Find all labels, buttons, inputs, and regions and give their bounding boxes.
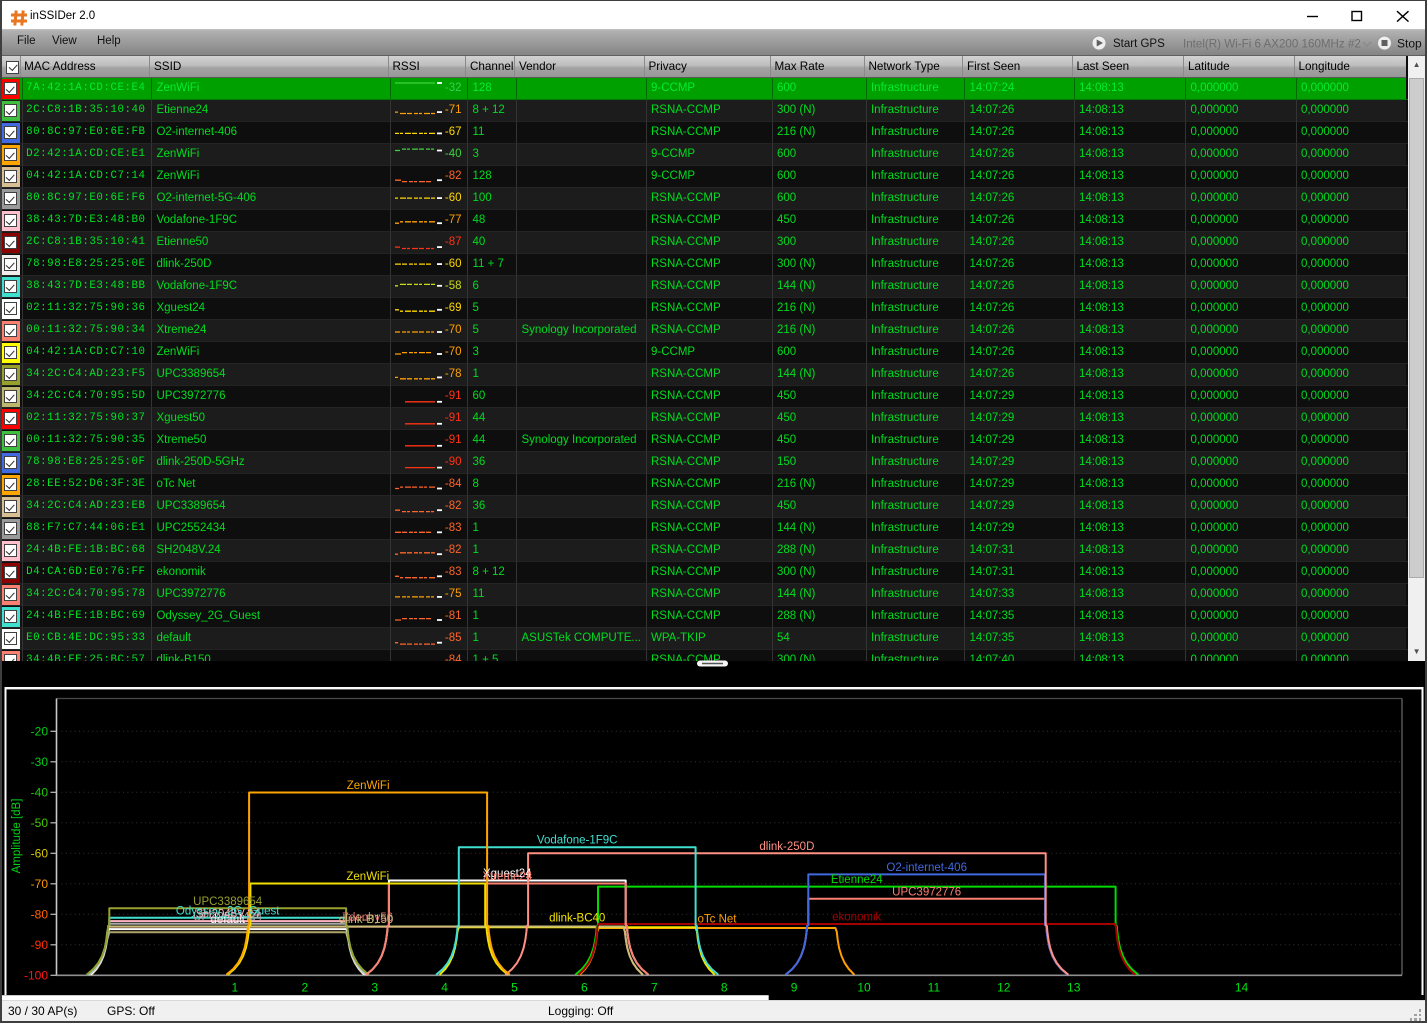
svg-text:11: 11 xyxy=(928,981,941,995)
svg-text:O2-internet-406: O2-internet-406 xyxy=(886,862,967,874)
svg-text:-20: -20 xyxy=(31,724,49,738)
svg-text:8: 8 xyxy=(721,981,728,995)
svg-text:5: 5 xyxy=(511,981,518,995)
svg-text:ekonomik: ekonomik xyxy=(832,912,881,924)
svg-text:Xtreme24: Xtreme24 xyxy=(482,871,532,883)
svg-text:-40: -40 xyxy=(31,785,49,799)
svg-text:-30: -30 xyxy=(31,755,49,769)
svg-text:-70: -70 xyxy=(31,877,49,891)
svg-text:dlink-B150: dlink-B150 xyxy=(339,914,393,926)
svg-text:7: 7 xyxy=(651,981,658,995)
svg-text:2: 2 xyxy=(301,981,308,995)
svg-text:-100: -100 xyxy=(24,968,48,982)
svg-text:4: 4 xyxy=(441,981,448,995)
svg-text:12: 12 xyxy=(997,981,1011,995)
svg-text:dlink-250D: dlink-250D xyxy=(759,841,814,853)
svg-text:1: 1 xyxy=(232,981,239,995)
svg-text:-60: -60 xyxy=(31,846,49,860)
svg-text:9: 9 xyxy=(791,981,798,995)
svg-text:ZenWiFi: ZenWiFi xyxy=(347,780,390,792)
svg-text:dlink-BC40: dlink-BC40 xyxy=(549,913,605,925)
svg-text:ZenWiFi: ZenWiFi xyxy=(346,871,389,883)
svg-text:Vodafone-1F9C: Vodafone-1F9C xyxy=(537,835,618,847)
svg-text:UPC3389654: UPC3389654 xyxy=(193,896,263,908)
svg-text:14: 14 xyxy=(1235,981,1249,995)
svg-text:-50: -50 xyxy=(31,816,49,830)
svg-text:oTc Net: oTc Net xyxy=(698,913,738,925)
svg-text:3: 3 xyxy=(371,981,378,995)
svg-text:-80: -80 xyxy=(31,907,49,921)
svg-text:6: 6 xyxy=(581,981,588,995)
svg-text:10: 10 xyxy=(857,981,871,995)
svg-text:UPC3972776: UPC3972776 xyxy=(892,886,961,898)
svg-text:Amplitude [dB]: Amplitude [dB] xyxy=(11,799,23,874)
svg-text:13: 13 xyxy=(1067,981,1081,995)
svg-text:-90: -90 xyxy=(31,938,49,952)
svg-text:Etienne24: Etienne24 xyxy=(831,874,883,886)
